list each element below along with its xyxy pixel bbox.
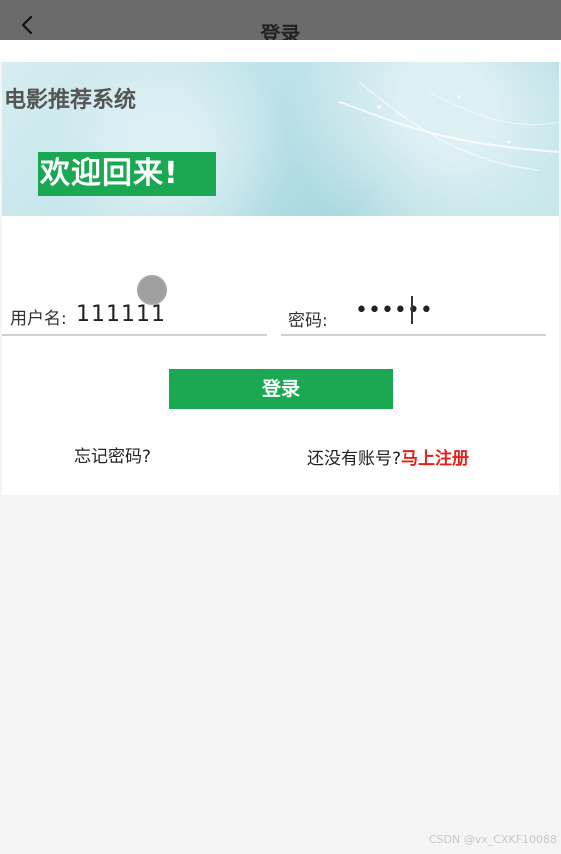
register-link[interactable]: 马上注册 [401,449,469,469]
username-field[interactable]: 用户名: 111111 [2,294,267,336]
watermark-text: CSDN @vx_CXKF10088 [428,833,557,846]
system-title: 电影推荐系统 [4,88,137,113]
login-form-card: 用户名: 111111 密码: •••••• 登录 忘记密码? 还没有账号?马上… [2,216,559,495]
password-label: 密码: [288,311,328,331]
register-prompt: 还没有账号?马上注册 [307,444,469,469]
text-caret [411,296,413,324]
register-prompt-text: 还没有账号? [307,449,402,469]
header-spacer [0,40,561,62]
top-navigation-bar: 登录 [0,0,561,46]
forgot-password-link[interactable]: 忘记密码? [74,442,151,467]
username-label: 用户名: [10,309,67,329]
welcome-banner: 电影推荐系统 欢迎回来! [2,62,559,216]
login-button[interactable]: 登录 [169,369,393,409]
welcome-badge: 欢迎回来! [38,152,216,196]
password-input[interactable]: •••••• [355,298,433,323]
login-screen: 登录 电影推荐系统 欢迎回来! 用户名: 111111 密码: •••••• 登… [0,0,561,854]
touch-pointer-indicator [137,275,167,305]
username-input[interactable]: 111111 [76,302,166,327]
password-field[interactable]: 密码: •••••• [281,294,546,336]
banner-decoration-icon [339,82,559,171]
